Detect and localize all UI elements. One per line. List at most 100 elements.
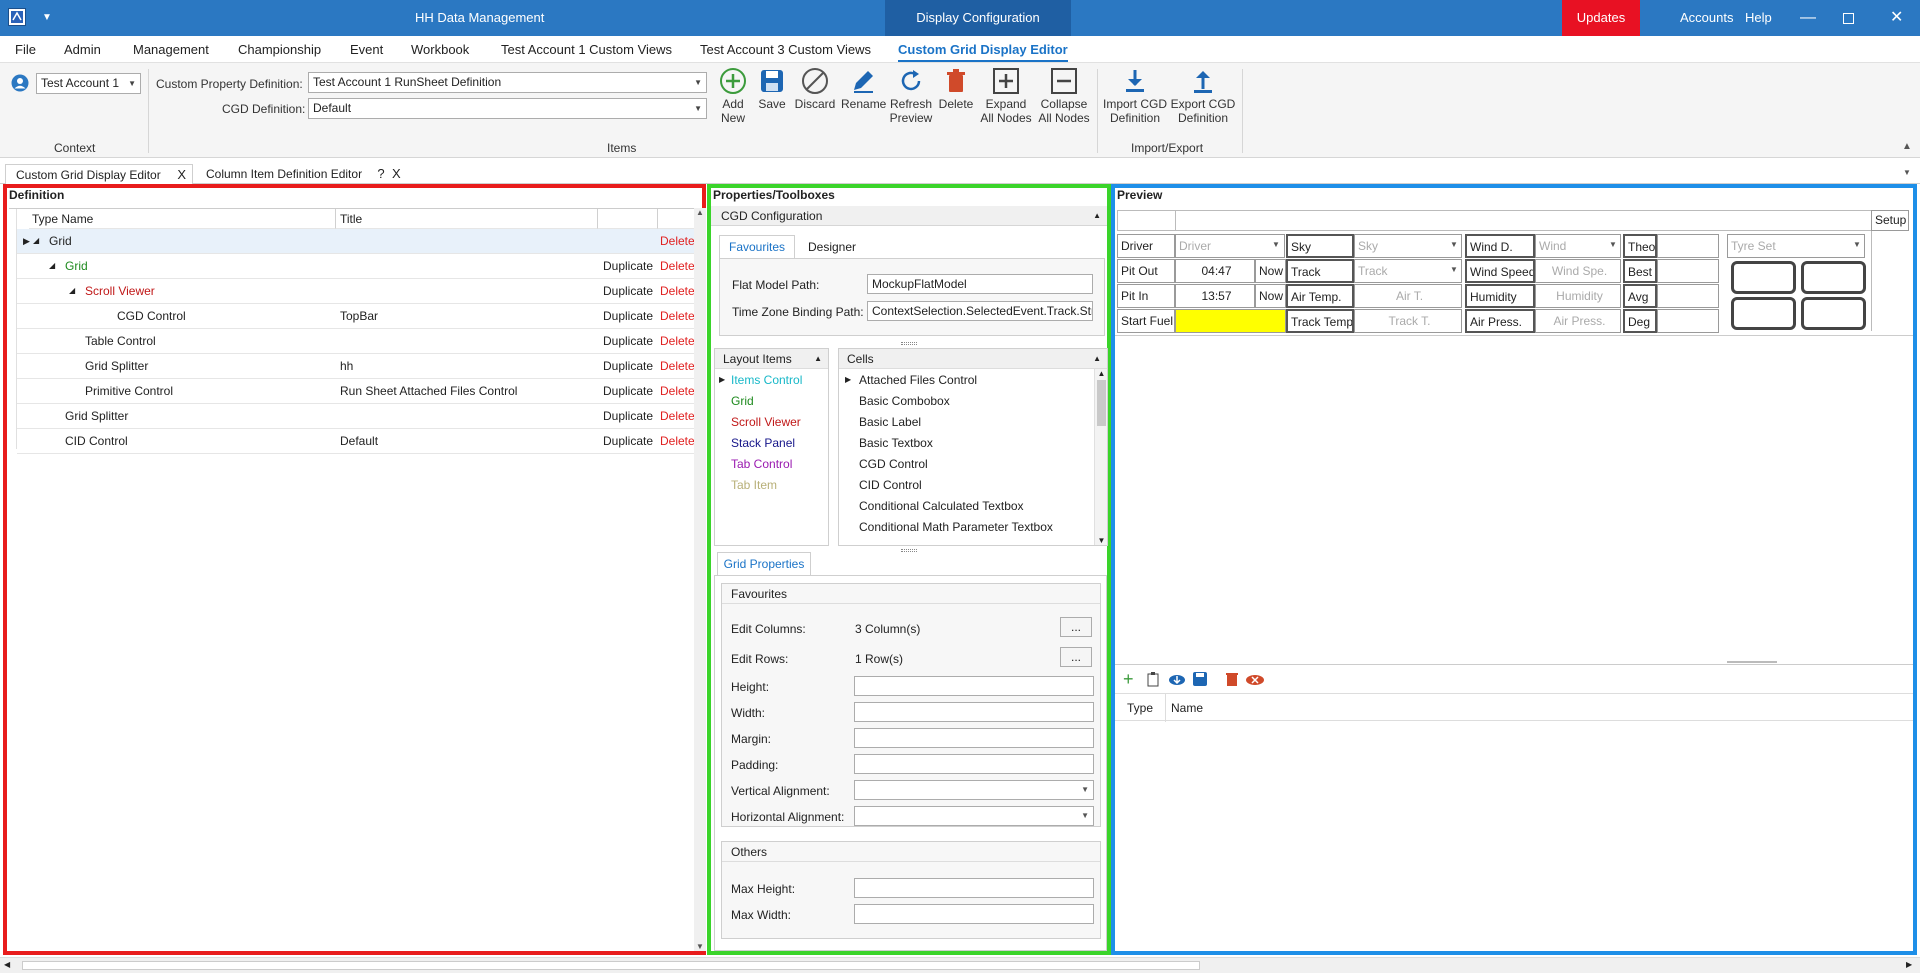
refresh-preview-button[interactable]: Refresh Preview [888, 67, 934, 125]
files-col-name[interactable]: Name [1171, 701, 1203, 715]
minimize-icon[interactable]: — [1800, 0, 1816, 36]
trash-icon[interactable] [1225, 671, 1239, 687]
cell-item[interactable]: Basic Label [859, 412, 921, 433]
cell-item[interactable]: Basic Textbox [859, 433, 933, 454]
time-zone-binding-input[interactable]: ContextSelection.SelectedEvent.Track.Str… [867, 301, 1093, 321]
scroll-down-icon[interactable]: ▼ [1095, 536, 1107, 545]
max-width-input[interactable] [854, 904, 1094, 924]
cloud-delete-icon[interactable] [1245, 671, 1265, 687]
start-fuel-input[interactable] [1175, 309, 1286, 333]
table-row[interactable]: Primitive Control Run Sheet Attached File… [17, 379, 698, 404]
tree-collapse-icon[interactable]: ◢ [49, 254, 55, 278]
layout-item-tab-control[interactable]: Tab Control [731, 454, 792, 475]
help-tab-icon[interactable]: ? [377, 166, 384, 181]
pit-out-time[interactable]: 04:47 [1175, 259, 1255, 283]
collapse-section-icon[interactable]: ▲ [814, 349, 822, 369]
menu-championship[interactable]: Championship [238, 36, 321, 63]
delete-row-button[interactable]: Delete [660, 429, 695, 453]
cpd-select[interactable]: Test Account 1 RunSheet Definition ▼ [308, 72, 707, 93]
menu-event[interactable]: Event [350, 36, 383, 63]
pit-in-time[interactable]: 13:57 [1175, 284, 1255, 308]
menu-test-account-3-custom-views[interactable]: Test Account 3 Custom Views [700, 36, 871, 63]
tyre-box[interactable] [1801, 261, 1866, 294]
flat-model-path-input[interactable]: MockupFlatModel [867, 274, 1093, 294]
duplicate-button[interactable]: Duplicate [603, 429, 653, 453]
menu-admin[interactable]: Admin [64, 36, 101, 63]
menu-file[interactable]: File [15, 36, 36, 63]
scroll-left-icon[interactable]: ◀ [4, 960, 10, 969]
layout-item-scroll-viewer[interactable]: Scroll Viewer [731, 412, 801, 433]
tyre-box[interactable] [1801, 297, 1866, 330]
menu-management[interactable]: Management [133, 36, 209, 63]
scroll-thumb[interactable] [1097, 380, 1106, 426]
help-button[interactable]: Help [1745, 0, 1772, 36]
cell-item[interactable]: CID Control [859, 475, 922, 496]
driver-select[interactable]: Driver [1175, 234, 1285, 258]
vertical-alignment-select[interactable]: ▼ [854, 780, 1094, 800]
scroll-right-icon[interactable]: ▶ [1906, 960, 1912, 969]
table-row[interactable]: CGD Control TopBar Duplicate Delete [17, 304, 698, 329]
horizontal-scrollbar[interactable]: ◀ ▶ [0, 957, 1920, 973]
delete-row-button[interactable]: Delete [660, 354, 695, 378]
quick-access-dropdown-icon[interactable]: ▼ [42, 0, 52, 36]
collapse-ribbon-icon[interactable]: ▲ [1902, 141, 1912, 152]
menu-workbook[interactable]: Workbook [411, 36, 469, 63]
duplicate-button[interactable]: Duplicate [603, 404, 653, 428]
edit-columns-button[interactable]: ... [1060, 617, 1092, 637]
expand-all-button[interactable]: Expand All Nodes [980, 67, 1032, 125]
rename-button[interactable]: Rename [841, 67, 886, 111]
delete-row-button[interactable]: Delete [660, 254, 695, 278]
cell-item[interactable]: Basic Combobox [859, 391, 950, 412]
cgd-configuration-header[interactable]: CGD Configuration ▲ [711, 206, 1107, 226]
cell-item[interactable]: CGD Control [859, 454, 928, 475]
edit-rows-button[interactable]: ... [1060, 647, 1092, 667]
track-select[interactable]: Track [1354, 259, 1462, 283]
sky-select[interactable]: Sky [1354, 234, 1462, 258]
close-window-icon[interactable]: ✕ [1890, 0, 1903, 36]
tab-custom-grid-display-editor[interactable]: Custom Grid Display Editor X [5, 164, 193, 184]
layout-item-grid[interactable]: Grid [731, 391, 754, 412]
save-icon[interactable] [1192, 671, 1208, 687]
import-cgd-button[interactable]: Import CGD Definition [1100, 67, 1170, 125]
splitter-grip[interactable] [901, 549, 917, 552]
collapse-section-icon[interactable]: ▲ [1093, 349, 1101, 369]
add-new-button[interactable]: Add New [718, 67, 748, 125]
tree-collapse-icon[interactable]: ◢ [33, 229, 39, 253]
menu-custom-grid-display-editor[interactable]: Custom Grid Display Editor [898, 36, 1068, 62]
vertical-scrollbar[interactable]: ▲ ▼ [694, 208, 706, 951]
collapse-all-button[interactable]: Collapse All Nodes [1037, 67, 1091, 125]
pit-out-now-button[interactable]: Now [1255, 259, 1286, 283]
duplicate-button[interactable]: Duplicate [603, 354, 653, 378]
delete-row-button[interactable]: Delete [660, 304, 695, 328]
delete-row-button[interactable]: Delete [660, 379, 695, 403]
delete-button[interactable]: Delete [937, 67, 975, 111]
close-tab-icon[interactable]: X [177, 165, 186, 185]
air-press-input[interactable]: Air Press. [1535, 309, 1621, 333]
export-cgd-button[interactable]: Export CGD Definition [1168, 67, 1238, 125]
cells-scrollbar[interactable]: ▲ ▼ [1094, 369, 1107, 545]
table-row[interactable]: ◢ Scroll Viewer Duplicate Delete [17, 279, 698, 304]
expand-arrow-icon[interactable]: ▶ [845, 375, 851, 384]
layout-item-stack-panel[interactable]: Stack Panel [731, 433, 795, 454]
cloud-download-icon[interactable] [1168, 671, 1186, 687]
pit-in-now-button[interactable]: Now [1255, 284, 1286, 308]
cell-item[interactable]: Attached Files Control [859, 370, 977, 391]
tyre-set-select[interactable]: Tyre Set [1727, 234, 1865, 258]
table-row[interactable]: Table Control Duplicate Delete [17, 329, 698, 354]
column-header-type[interactable]: Type Name [29, 209, 336, 229]
column-header-title[interactable]: Title [336, 209, 598, 229]
tab-overflow-icon[interactable]: ▼ [1903, 168, 1911, 177]
cell-item[interactable]: Conditional Math Parameter Textbox [859, 517, 1053, 538]
row-expander-icon[interactable]: ▶ [23, 229, 30, 253]
discard-button[interactable]: Discard [793, 67, 837, 111]
cell-item[interactable]: Conditional Calculated Textbox [859, 496, 1024, 517]
track-temp-input[interactable]: Track T. [1354, 309, 1462, 333]
max-height-input[interactable] [854, 878, 1094, 898]
table-row[interactable]: CID Control Default Duplicate Delete [17, 429, 698, 454]
splitter-handle[interactable] [1727, 661, 1777, 663]
duplicate-button[interactable]: Duplicate [603, 304, 653, 328]
account-select[interactable]: Test Account 1 ▼ [36, 73, 141, 94]
scroll-up-icon[interactable]: ▲ [1095, 369, 1107, 378]
add-icon[interactable]: + [1123, 669, 1134, 690]
table-row[interactable]: Grid Splitter Duplicate Delete [17, 404, 698, 429]
